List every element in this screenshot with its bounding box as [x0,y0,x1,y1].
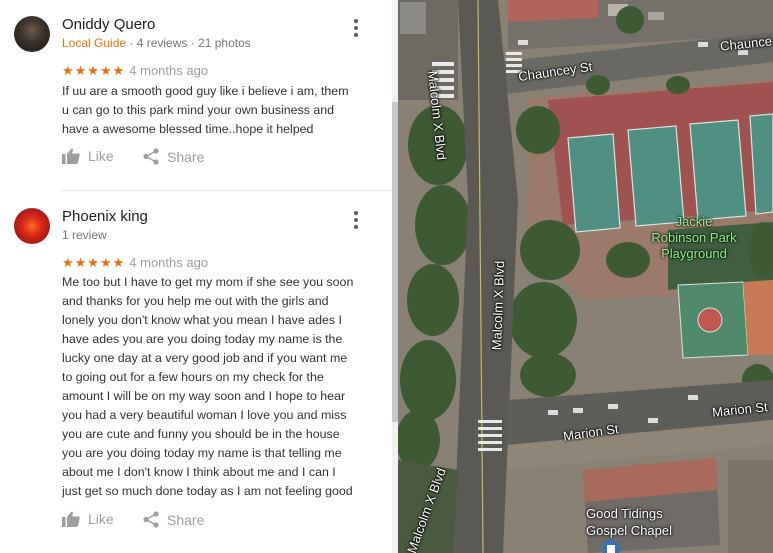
like-button[interactable]: Like [62,511,114,527]
reviewer-stats: 1 review [62,228,107,242]
reviewer-meta: 1 review [62,228,107,242]
review-card: Oniddy Quero Local Guide · 4 reviews · 2… [0,0,392,190]
reviewer-name[interactable]: Phoenix king [62,208,148,225]
more-options-button[interactable] [346,16,366,40]
avatar[interactable] [14,208,50,244]
share-button[interactable]: Share [143,511,204,528]
review-text: Me too but I have to get my mom if she s… [62,273,378,501]
review-text-line: and thanks for you help me out with the … [62,294,329,308]
reviewer-name[interactable]: Oniddy Quero [62,16,155,33]
like-label: Like [88,148,114,164]
park-label-line: Robinson Park [651,230,737,245]
star-rating: ★★★★★ [62,255,126,270]
share-label: Share [167,148,205,165]
more-vert-icon [354,211,358,215]
rating-row: ★★★★★ 4 months ago [62,255,208,271]
review-text-line: have a awesome blessed time..hope it hel… [62,122,314,136]
like-label: Like [88,511,114,527]
review-text-line: just get so much done today as I am not … [62,484,353,498]
more-vert-icon [354,19,358,23]
review-text-line: you are you doing today my name is that … [62,446,342,460]
review-text-line: about me I don't know I think about me a… [62,465,336,479]
reviews-panel: Oniddy Quero Local Guide · 4 reviews · 2… [0,0,392,553]
review-text-line: lonely you don't know what you mean I ha… [62,313,342,327]
share-label: Share [167,511,205,528]
share-icon [143,511,159,528]
park-label-line: Playground [661,246,727,261]
review-text-line: u can go to this park mind your own busi… [62,103,335,117]
star-rating: ★★★★★ [62,63,126,78]
thumbs-up-icon [62,148,80,164]
review-date: 4 months ago [129,255,209,270]
review-text-line: amount I will be on my way soon and I ho… [62,389,346,403]
reviewer-meta: Local Guide · 4 reviews · 21 photos [62,36,251,50]
rating-row: ★★★★★ 4 months ago [62,63,208,79]
review-text-line: you are cute and funny you should be in … [62,427,340,441]
more-options-button[interactable] [346,208,366,232]
share-button[interactable]: Share [143,148,204,165]
review-text-line: to going out for a few hours on my check… [62,370,324,384]
satellite-map[interactable]: Malcolm X Blvd Malcolm X Blvd Malcolm X … [398,0,773,553]
review-text-line: If uu are a smooth good guy like i belie… [62,84,349,98]
review-card: Phoenix king 1 review ★★★★★ 4 months ago … [0,191,392,553]
thumbs-up-icon [62,511,80,527]
street-label-malcolm-x: Malcolm X Blvd [489,260,508,351]
review-text-line: Me too but I have to get my mom if she s… [62,275,354,289]
park-label[interactable]: Jackie Robinson Park Playground [634,214,754,262]
chapel-label[interactable]: Good Tidings Gospel Chapel [586,505,672,539]
like-button[interactable]: Like [62,148,114,164]
review-text-line: have ades you are you doing today my nam… [62,332,343,346]
local-guide-badge: Local Guide [62,36,127,50]
review-text-line: lucky one day at a very good job and if … [62,351,348,365]
review-date: 4 months ago [129,63,209,78]
review-text: If uu are a smooth good guy like i belie… [62,82,378,139]
chapel-label-line: Gospel Chapel [586,523,672,538]
review-text-line: you had a very beautiful woman I love yo… [62,408,347,422]
reviewer-stats: · 4 reviews · 21 photos [126,36,251,50]
map-imagery [398,0,773,553]
chapel-label-line: Good Tidings [586,506,663,521]
share-icon [143,148,159,165]
avatar[interactable] [14,16,50,52]
park-label-line: Jackie [675,214,713,229]
